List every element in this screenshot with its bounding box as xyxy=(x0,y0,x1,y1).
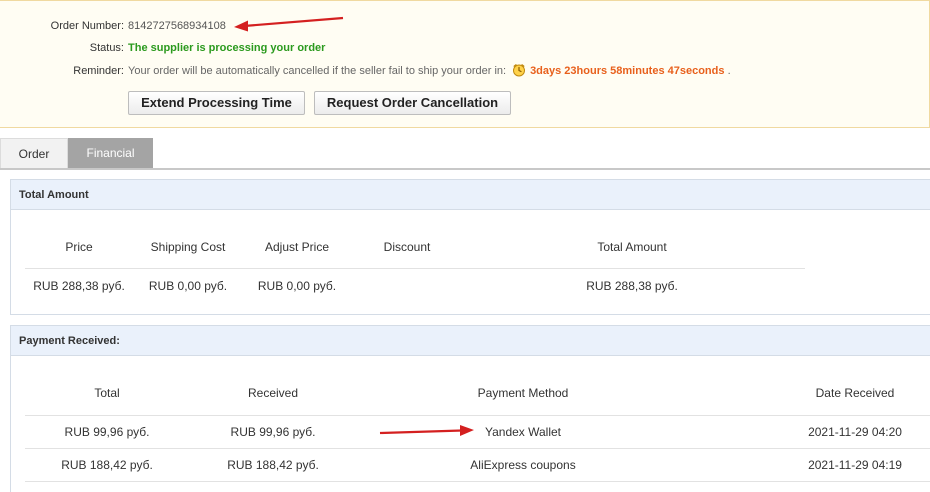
status-row: Status: The supplier is processing your … xyxy=(0,40,930,56)
column-header-payment-method: Payment Method xyxy=(477,386,569,400)
column-header-price: Price xyxy=(65,240,93,254)
divider xyxy=(25,415,930,416)
table-cell-total: RUB 188,42 руб. xyxy=(61,458,153,472)
table-cell-date-received: 2021-11-29 04:20 xyxy=(808,425,902,439)
tab-financial[interactable]: Financial xyxy=(68,138,153,168)
reminder-row: Reminder: Your order will be automatical… xyxy=(0,63,930,79)
order-number-value: 8142727568934108 xyxy=(128,20,226,32)
total-amount-heading: Total Amount xyxy=(11,180,930,210)
order-number-row: Order Number: 8142727568934108 xyxy=(0,18,930,34)
table-cell-total: RUB 99,96 руб. xyxy=(64,425,150,439)
adjust-price-value: RUB 0,00 руб. xyxy=(257,279,337,293)
reminder-text: Your order will be automatically cancell… xyxy=(128,65,507,77)
divider xyxy=(25,448,930,449)
tab-bar: Order Financial xyxy=(0,138,930,170)
reminder-label: Reminder: xyxy=(73,65,124,77)
payment-received-panel: Payment Received: Total Received Payment… xyxy=(10,325,930,492)
annotation-arrow-payment-method xyxy=(379,425,474,436)
extend-processing-time-button[interactable]: Extend Processing Time xyxy=(128,91,305,115)
annotation-arrow-order-number xyxy=(234,16,344,32)
column-header-total: Total xyxy=(94,386,120,400)
column-header-adjust-price: Adjust Price xyxy=(264,240,330,254)
alarm-clock-icon xyxy=(512,63,526,77)
table-cell-received: RUB 99,96 руб. xyxy=(230,425,316,439)
table-cell-received: RUB 188,42 руб. xyxy=(227,458,319,472)
shipping-cost-value: RUB 0,00 руб. xyxy=(148,279,228,293)
column-header-total-amount: Total Amount xyxy=(597,240,667,254)
order-info-box: Order Number: 8142727568934108 Status: T… xyxy=(0,0,930,128)
countdown-timer: 3days 23hours 58minutes 47seconds xyxy=(530,65,725,77)
column-header-discount: Discount xyxy=(383,240,431,254)
table-cell-payment-method: Yandex Wallet xyxy=(484,425,562,439)
table-cell-payment-method: AliExpress coupons xyxy=(470,458,576,472)
order-number-label: Order Number: xyxy=(50,20,124,32)
column-header-date-received: Date Received xyxy=(815,386,895,400)
divider xyxy=(25,268,805,269)
total-amount-value: RUB 288,38 руб. xyxy=(586,279,678,293)
column-header-shipping-cost: Shipping Cost xyxy=(150,240,226,254)
payment-received-heading: Payment Received: xyxy=(11,326,930,356)
status-label: Status: xyxy=(89,42,124,54)
status-value: The supplier is processing your order xyxy=(128,42,326,54)
column-header-received: Received xyxy=(247,386,299,400)
divider xyxy=(25,481,930,482)
tab-order[interactable]: Order xyxy=(0,138,68,168)
total-amount-panel: Total Amount Price Shipping Cost Adjust … xyxy=(10,179,930,315)
countdown-suffix: . xyxy=(727,65,731,77)
request-order-cancellation-button[interactable]: Request Order Cancellation xyxy=(314,91,511,115)
price-value: RUB 288,38 руб. xyxy=(33,279,125,293)
table-cell-date-received: 2021-11-29 04:19 xyxy=(808,458,902,472)
reminder-content: Your order will be automatically cancell… xyxy=(128,63,731,79)
